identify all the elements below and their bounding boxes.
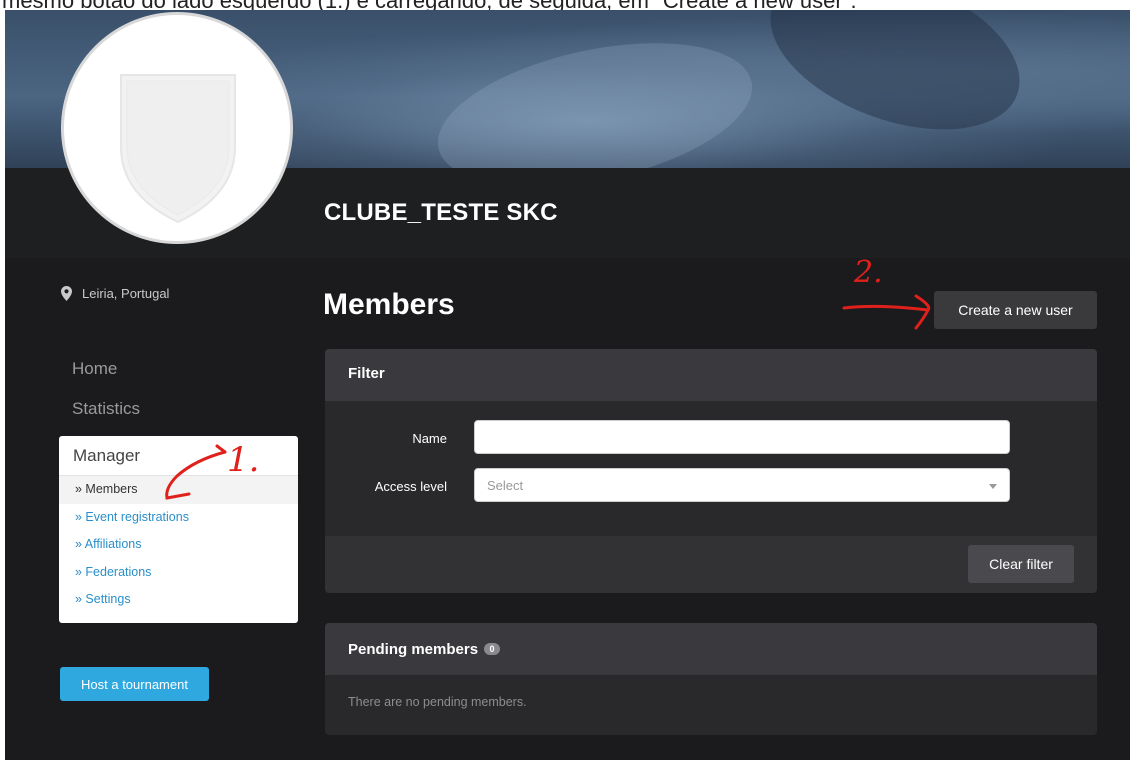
name-label: Name	[412, 431, 447, 446]
name-input[interactable]	[474, 420, 1010, 454]
map-pin-icon	[61, 286, 72, 301]
sidebar-item-home[interactable]: Home	[59, 353, 299, 393]
chevron-down-icon	[989, 484, 997, 489]
access-level-select[interactable]: Select	[474, 468, 1010, 502]
sidebar-subitem-event-registrations[interactable]: » Event registrations	[59, 504, 298, 532]
filter-panel: Filter Name Access level Select Clear fi…	[325, 349, 1097, 593]
access-level-label: Access level	[374, 479, 447, 494]
sidebar-subitem-affiliations[interactable]: » Affiliations	[59, 531, 298, 559]
club-name: CLUBE_TESTE SKC	[324, 199, 558, 226]
pending-members-title: Pending members	[348, 640, 479, 658]
clear-filter-button[interactable]: Clear filter	[968, 545, 1074, 583]
sidebar-item-statistics[interactable]: Statistics	[59, 393, 299, 433]
sidebar-nav: Home Statistics	[59, 353, 299, 433]
sidebar-subitem-settings[interactable]: » Settings	[59, 586, 298, 614]
sidebar-subitem-federations[interactable]: » Federations	[59, 559, 298, 587]
pending-members-panel: Pending members 0 There are no pending m…	[325, 623, 1097, 735]
annotation-arrow-2	[842, 294, 931, 330]
host-tournament-button[interactable]: Host a tournament	[60, 667, 209, 701]
create-user-button[interactable]: Create a new user	[934, 291, 1097, 329]
page-title: Members	[323, 288, 455, 321]
app-window: CLUBE_TESTE SKC Leiria, Portugal Home St…	[5, 10, 1130, 760]
pending-empty-text: There are no pending members.	[348, 695, 527, 709]
sidebar-item-manager[interactable]: Manager	[59, 436, 298, 476]
sidebar-manager-menu: Manager » Members » Event registrations …	[59, 436, 298, 623]
club-location: Leiria, Portugal	[61, 286, 169, 301]
location-text: Leiria, Portugal	[82, 286, 170, 301]
sidebar-subitem-members[interactable]: » Members	[59, 476, 298, 504]
shield-icon	[120, 74, 236, 224]
annotation-step-2: 2.	[854, 255, 883, 290]
pending-count-badge: 0	[484, 643, 501, 655]
access-level-placeholder: Select	[487, 478, 524, 493]
filter-title: Filter	[325, 349, 1097, 401]
